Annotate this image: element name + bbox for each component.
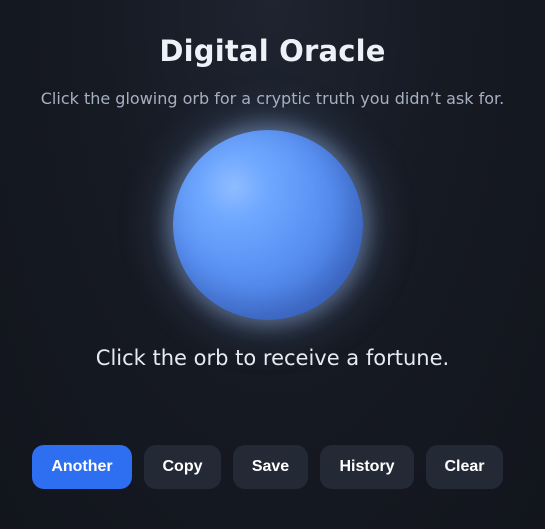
another-button[interactable]: Another (32, 445, 132, 489)
oracle-orb[interactable] (173, 130, 363, 320)
page-title: Digital Oracle (159, 34, 386, 68)
history-button[interactable]: History (320, 445, 414, 489)
page-subtitle: Click the glowing orb for a cryptic trut… (40, 89, 505, 108)
fortune-text: Click the orb to receive a fortune. (95, 346, 450, 370)
save-button[interactable]: Save (233, 445, 308, 489)
action-bar: Another Copy Save History Clear (32, 445, 503, 489)
clear-button[interactable]: Clear (426, 445, 503, 489)
copy-button[interactable]: Copy (144, 445, 221, 489)
